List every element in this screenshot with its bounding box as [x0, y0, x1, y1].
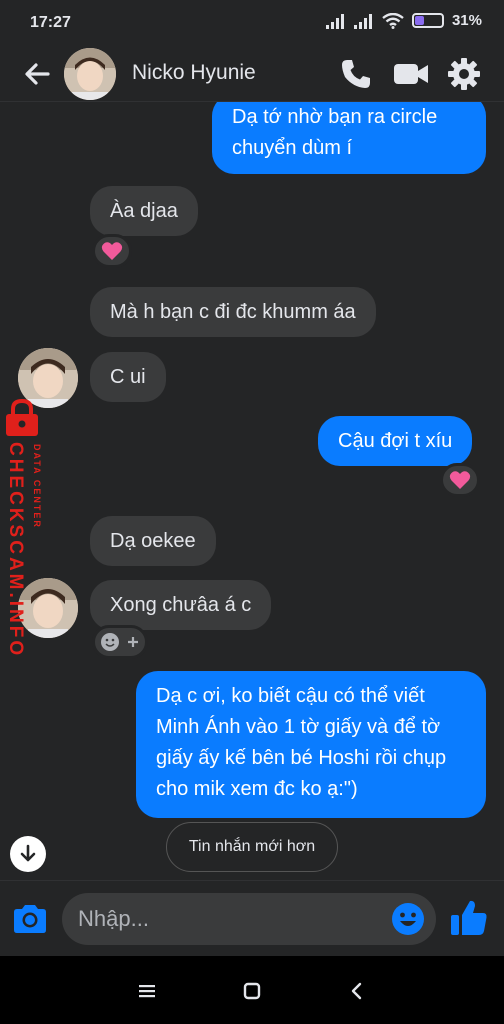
- battery-icon: [411, 13, 444, 28]
- phone-icon: [342, 60, 370, 88]
- battery-percent: 31%: [451, 12, 482, 29]
- outgoing-message[interactable]: Dạ c ơi, ko biết cậu có thể viết Minh Án…: [136, 671, 486, 818]
- watermark-brand: CHECKSCAM.INFO: [5, 442, 26, 659]
- status-indicators: 31%: [325, 12, 482, 29]
- chevron-left-icon: [351, 982, 362, 1000]
- home-button[interactable]: [237, 976, 267, 1006]
- status-time: 17:27: [30, 14, 71, 31]
- gear-icon: [448, 58, 480, 90]
- like-button[interactable]: [448, 897, 490, 939]
- incoming-message[interactable]: Mà h bạn c đi đc khumm áa: [90, 287, 376, 337]
- heart-icon: [449, 471, 471, 489]
- conversation-header: Nicko Hyunie: [0, 46, 504, 102]
- video-call-button[interactable]: [392, 56, 428, 92]
- status-bar: 17:27 31%: [0, 0, 504, 46]
- checkscam-watermark: CHECKSCAM.INFO DATA CENTER: [2, 398, 54, 658]
- camera-button[interactable]: [10, 899, 50, 939]
- message-reaction[interactable]: [440, 463, 480, 497]
- voice-call-button[interactable]: [338, 56, 374, 92]
- system-navigation-bar: [0, 956, 504, 1024]
- video-camera-icon: [394, 64, 428, 84]
- newer-messages-button[interactable]: Tin nhắn mới hơn: [166, 822, 338, 872]
- wifi-icon: [382, 12, 404, 29]
- incoming-message[interactable]: C ui: [90, 352, 166, 402]
- thumbs-up-icon: [451, 900, 487, 935]
- scroll-to-bottom-button[interactable]: [10, 836, 46, 872]
- outgoing-message[interactable]: Dạ tớ nhờ bạn ra circle chuyển dùm í: [212, 102, 486, 174]
- recent-apps-button[interactable]: [132, 976, 162, 1006]
- message-input[interactable]: [78, 893, 378, 945]
- back-arrow-icon: [25, 63, 50, 85]
- system-back-button[interactable]: [342, 976, 372, 1006]
- heart-icon: [101, 242, 123, 260]
- contact-avatar[interactable]: [64, 48, 116, 100]
- message-list[interactable]: Dạ tớ nhờ bạn ra circle chuyển dùm í Àa …: [0, 102, 504, 880]
- add-reaction-button[interactable]: [92, 625, 148, 659]
- home-square-icon: [243, 982, 261, 1000]
- message-composer: [0, 880, 504, 956]
- incoming-message[interactable]: Dạ oekee: [90, 516, 216, 566]
- settings-button[interactable]: [446, 56, 482, 92]
- add-reaction-icon: [101, 633, 138, 651]
- back-button[interactable]: [20, 56, 56, 92]
- arrow-down-icon: [20, 844, 36, 862]
- battery-level-fill: [414, 16, 424, 25]
- message-reaction[interactable]: [92, 234, 132, 268]
- contact-name[interactable]: Nicko Hyunie: [132, 61, 256, 85]
- emoji-button[interactable]: [390, 901, 426, 937]
- emoji-icon: [392, 903, 424, 935]
- camera-icon: [14, 905, 46, 933]
- lock-icon: [6, 398, 38, 436]
- incoming-message[interactable]: Àa djaa: [90, 186, 198, 236]
- signal-icon-2: [353, 13, 372, 29]
- outgoing-message[interactable]: Cậu đợi t xíu: [318, 416, 473, 466]
- message-input-container[interactable]: [62, 893, 436, 945]
- avatar-photo: [64, 48, 116, 100]
- watermark-tagline: DATA CENTER: [32, 444, 42, 529]
- incoming-message[interactable]: Xong chưâa á c: [90, 580, 272, 630]
- menu-icon: [139, 985, 155, 998]
- signal-icon: [325, 13, 344, 29]
